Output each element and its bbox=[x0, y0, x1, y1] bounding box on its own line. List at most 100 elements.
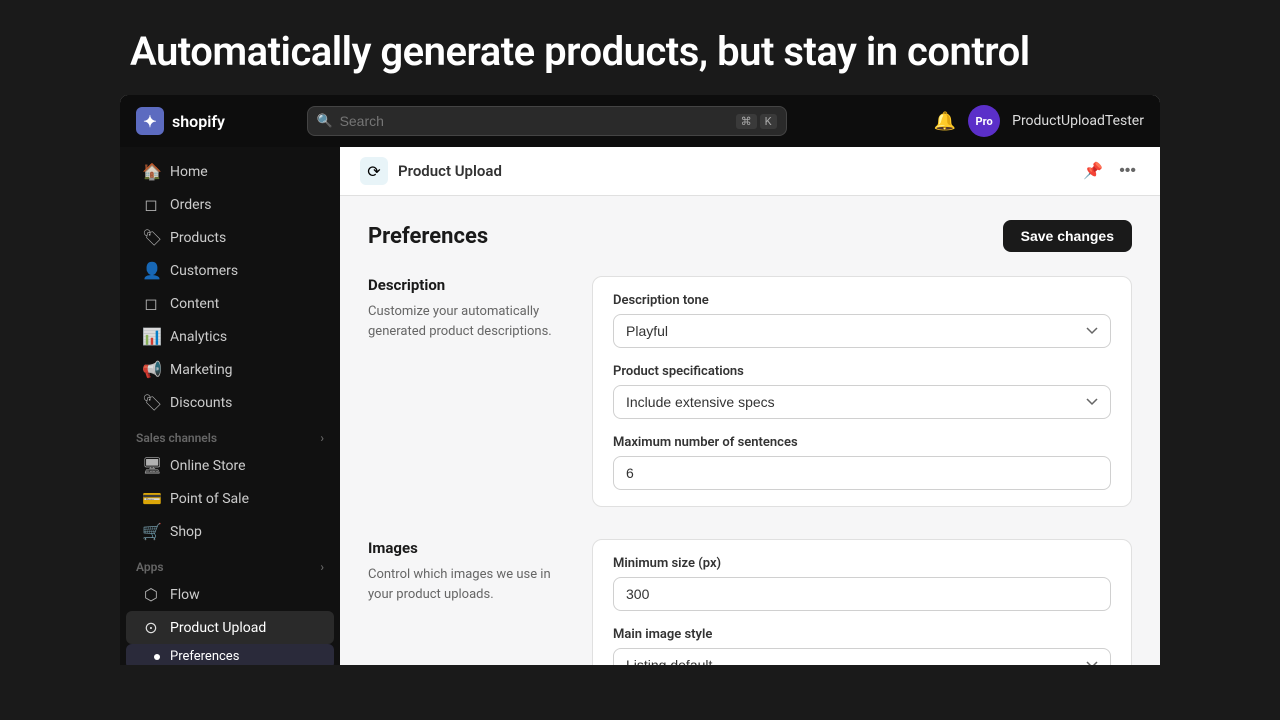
store-name: ProductUploadTester bbox=[1012, 113, 1144, 129]
content-area: ⟳ Product Upload 📌 ••• Preferences Save … bbox=[340, 147, 1160, 665]
sidebar-item-home[interactable]: 🏠 Home bbox=[126, 155, 334, 188]
discounts-icon: 🏷 bbox=[142, 393, 160, 412]
images-heading: Images bbox=[368, 539, 568, 557]
orders-icon: ◻ bbox=[142, 195, 160, 214]
analytics-icon: 📊 bbox=[142, 327, 160, 346]
sidebar-item-marketing[interactable]: 📢 Marketing bbox=[126, 353, 334, 386]
sidebar-label-customers: Customers bbox=[170, 263, 238, 279]
sales-channels-label: Sales channels bbox=[136, 431, 217, 445]
preferences-content: Preferences Save changes Description Cus… bbox=[340, 196, 1160, 665]
sidebar-sub-label-preferences: Preferences bbox=[170, 649, 239, 664]
pos-icon: 💳 bbox=[142, 489, 160, 508]
shop-icon: 🛒 bbox=[142, 522, 160, 541]
main-layout: 🏠 Home ◻ Orders 🏷 Products 👤 Customers ◻… bbox=[120, 147, 1160, 665]
preferences-title: Preferences bbox=[368, 224, 488, 249]
notification-bell[interactable]: 🔔 bbox=[934, 111, 956, 132]
description-tone-group: Description tone PlayfulProfessionalCasu… bbox=[613, 293, 1111, 348]
pin-button[interactable]: 📌 bbox=[1079, 157, 1107, 185]
apps-section: Apps › bbox=[120, 548, 340, 578]
specs-select[interactable]: Include extensive specsInclude basic spe… bbox=[613, 385, 1111, 419]
tone-label: Description tone bbox=[613, 293, 1111, 308]
images-desc: Control which images we use in your prod… bbox=[368, 565, 568, 604]
sidebar-item-flow[interactable]: ⬡ Flow bbox=[126, 578, 334, 611]
sidebar-item-content[interactable]: ◻ Content bbox=[126, 287, 334, 320]
description-section: Description Customize your automatically… bbox=[368, 276, 1132, 507]
sidebar-label-home: Home bbox=[170, 164, 208, 180]
images-section-left: Images Control which images we use in yo… bbox=[368, 539, 568, 665]
sidebar-label-content: Content bbox=[170, 296, 219, 312]
description-desc: Customize your automatically generated p… bbox=[368, 302, 568, 341]
app-header-icon: ⟳ bbox=[360, 157, 388, 185]
save-changes-button[interactable]: Save changes bbox=[1003, 220, 1132, 252]
shopify-logo-icon: ✦ bbox=[136, 107, 164, 135]
sales-channels-section: Sales channels › bbox=[120, 419, 340, 449]
product-upload-icon: ⊙ bbox=[142, 618, 160, 637]
sidebar-sub-preferences[interactable]: Preferences bbox=[126, 644, 334, 665]
sidebar-item-shop[interactable]: 🛒 Shop bbox=[126, 515, 334, 548]
sidebar-label-marketing: Marketing bbox=[170, 362, 233, 378]
search-shortcut: ⌘ K bbox=[736, 114, 777, 129]
apps-chevron-icon: › bbox=[320, 560, 324, 574]
description-section-right: Description tone PlayfulProfessionalCasu… bbox=[592, 276, 1132, 507]
specs-label: Product specifications bbox=[613, 364, 1111, 379]
min-size-group: Minimum size (px) bbox=[613, 556, 1111, 611]
shortcut-key1: ⌘ bbox=[736, 114, 757, 129]
sidebar-label-products: Products bbox=[170, 230, 226, 246]
sidebar-item-product-upload[interactable]: ⊙ Product Upload bbox=[126, 611, 334, 644]
main-style-select[interactable]: Listing defaultSquarePortraitLandscape bbox=[613, 648, 1111, 665]
app-header-title: Product Upload bbox=[398, 162, 502, 180]
sidebar-label-online-store: Online Store bbox=[170, 458, 246, 474]
sidebar-label-product-upload: Product Upload bbox=[170, 620, 266, 636]
customers-icon: 👤 bbox=[142, 261, 160, 280]
main-style-group: Main image style Listing defaultSquarePo… bbox=[613, 627, 1111, 665]
sidebar-item-orders[interactable]: ◻ Orders bbox=[126, 188, 334, 221]
shopify-logo: ✦ shopify bbox=[136, 107, 225, 135]
max-sentences-label: Maximum number of sentences bbox=[613, 435, 1111, 450]
sidebar-item-products[interactable]: 🏷 Products bbox=[126, 221, 334, 254]
min-size-input[interactable] bbox=[613, 577, 1111, 611]
apps-label: Apps bbox=[136, 560, 164, 574]
shopify-frame: ✦ shopify 🔍 ⌘ K 🔔 Pro ProductUploadTeste… bbox=[120, 95, 1160, 665]
sidebar-item-customers[interactable]: 👤 Customers bbox=[126, 254, 334, 287]
sidebar: 🏠 Home ◻ Orders 🏷 Products 👤 Customers ◻… bbox=[120, 147, 340, 665]
main-style-label: Main image style bbox=[613, 627, 1111, 642]
images-section-right: Minimum size (px) Main image style Listi… bbox=[592, 539, 1132, 665]
nav-right: 🔔 Pro ProductUploadTester bbox=[934, 105, 1144, 137]
sidebar-item-online-store[interactable]: 🖥 Online Store bbox=[126, 449, 334, 482]
search-bar: 🔍 ⌘ K bbox=[307, 106, 787, 136]
shopify-logo-text: shopify bbox=[172, 112, 225, 131]
sidebar-item-discounts[interactable]: 🏷 Discounts bbox=[126, 386, 334, 419]
sidebar-item-pos[interactable]: 💳 Point of Sale bbox=[126, 482, 334, 515]
shortcut-key2: K bbox=[760, 114, 777, 129]
content-icon: ◻ bbox=[142, 294, 160, 313]
min-size-label: Minimum size (px) bbox=[613, 556, 1111, 571]
top-nav: ✦ shopify 🔍 ⌘ K 🔔 Pro ProductUploadTeste… bbox=[120, 95, 1160, 147]
tone-select[interactable]: PlayfulProfessionalCasualFormal bbox=[613, 314, 1111, 348]
search-input[interactable] bbox=[307, 106, 787, 136]
sidebar-label-pos: Point of Sale bbox=[170, 491, 249, 507]
images-section: Images Control which images we use in yo… bbox=[368, 539, 1132, 665]
sidebar-label-flow: Flow bbox=[170, 587, 200, 603]
hero-title: Automatically generate products, but sta… bbox=[0, 0, 1280, 95]
home-icon: 🏠 bbox=[142, 162, 160, 181]
sidebar-label-orders: Orders bbox=[170, 197, 212, 213]
chevron-right-icon: › bbox=[320, 431, 324, 445]
more-button[interactable]: ••• bbox=[1115, 158, 1140, 184]
specs-group: Product specifications Include extensive… bbox=[613, 364, 1111, 419]
sidebar-label-analytics: Analytics bbox=[170, 329, 227, 345]
online-store-icon: 🖥 bbox=[142, 456, 160, 475]
app-header-left: ⟳ Product Upload bbox=[360, 157, 502, 185]
preferences-header: Preferences Save changes bbox=[368, 220, 1132, 252]
max-sentences-input[interactable] bbox=[613, 456, 1111, 490]
max-sentences-group: Maximum number of sentences bbox=[613, 435, 1111, 490]
flow-icon: ⬡ bbox=[142, 585, 160, 604]
marketing-icon: 📢 bbox=[142, 360, 160, 379]
description-section-left: Description Customize your automatically… bbox=[368, 276, 568, 507]
description-heading: Description bbox=[368, 276, 568, 294]
sidebar-item-analytics[interactable]: 📊 Analytics bbox=[126, 320, 334, 353]
sidebar-label-shop: Shop bbox=[170, 524, 202, 540]
app-header: ⟳ Product Upload 📌 ••• bbox=[340, 147, 1160, 196]
search-icon: 🔍 bbox=[317, 114, 333, 129]
sidebar-label-discounts: Discounts bbox=[170, 395, 232, 411]
app-header-actions: 📌 ••• bbox=[1079, 157, 1140, 185]
